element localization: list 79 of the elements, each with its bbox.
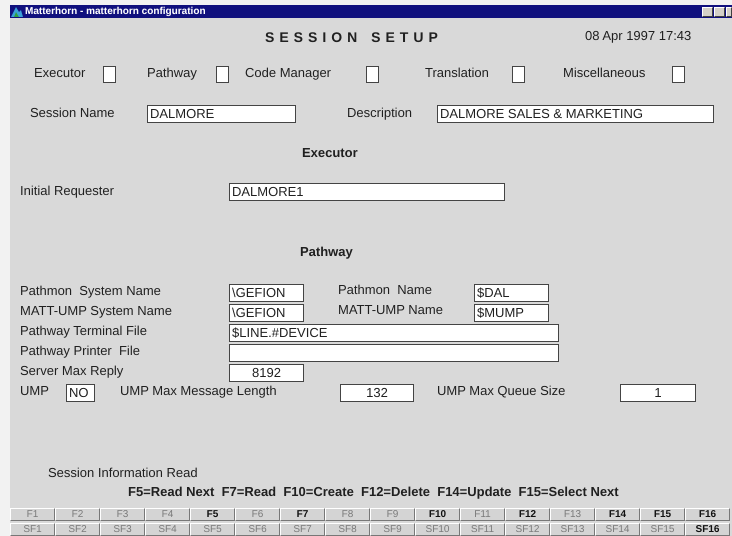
function-key[interactable]: SF15 <box>640 523 685 536</box>
function-key[interactable]: SF13 <box>550 523 595 536</box>
field-label: Server Max Reply <box>20 363 124 379</box>
field-label: MATT-UMP Name <box>338 302 444 318</box>
function-key[interactable]: SF1 <box>10 523 55 536</box>
field-label: UMP Max Message Length <box>120 383 278 399</box>
field-label: UMP <box>20 383 50 399</box>
function-key[interactable]: F12 <box>505 508 550 521</box>
function-key[interactable]: SF16 <box>685 523 730 536</box>
input-field[interactable]: 132 <box>340 384 414 402</box>
input-field[interactable]: DALMORE SALES & MARKETING <box>437 105 714 123</box>
input-field[interactable]: $DAL <box>474 284 549 302</box>
checkbox-label: Translation <box>425 65 490 81</box>
function-key[interactable]: F3 <box>100 508 145 521</box>
function-key[interactable]: SF14 <box>595 523 640 536</box>
input-field[interactable]: DALMORE1 <box>229 183 505 201</box>
checkbox[interactable] <box>103 66 116 83</box>
input-field[interactable]: $MUMP <box>474 304 549 322</box>
function-key[interactable]: F16 <box>685 508 730 521</box>
checkbox[interactable] <box>366 66 379 83</box>
function-key[interactable]: F15 <box>640 508 685 521</box>
field-label: Description <box>347 105 414 121</box>
function-key[interactable]: F4 <box>145 508 190 521</box>
function-key[interactable]: F5 <box>190 508 235 521</box>
section-heading: Executor <box>302 145 359 161</box>
function-key[interactable]: F11 <box>460 508 505 521</box>
checkbox[interactable] <box>672 66 685 83</box>
field-label: Pathmon System Name <box>20 283 162 299</box>
function-key[interactable]: SF12 <box>505 523 550 536</box>
input-field[interactable]: \GEFION <box>229 304 304 322</box>
input-field[interactable] <box>229 344 559 362</box>
checkbox-label: Executor <box>34 65 86 81</box>
function-key[interactable]: SF2 <box>55 523 100 536</box>
input-field[interactable]: 1 <box>620 384 696 402</box>
input-field[interactable]: $LINE.#DEVICE <box>229 324 559 342</box>
field-label: Pathway Printer File <box>20 343 141 359</box>
page-title: SESSION SETUP <box>265 29 440 45</box>
date-time: 08 Apr 1997 17:43 <box>585 28 692 44</box>
field-label: Pathmon Name <box>338 282 433 298</box>
section-heading: Pathway <box>300 244 354 260</box>
checkbox-label: Code Manager <box>245 65 332 81</box>
input-field[interactable]: \GEFION <box>229 284 304 302</box>
status-message: Session Information Read <box>48 465 199 481</box>
function-key[interactable]: SF6 <box>235 523 280 536</box>
function-key[interactable]: SF3 <box>100 523 145 536</box>
close-button[interactable] <box>726 6 732 16</box>
function-key[interactable]: F6 <box>235 508 280 521</box>
function-key[interactable]: SF7 <box>280 523 325 536</box>
function-key[interactable]: F1 <box>10 508 55 521</box>
function-key[interactable]: SF9 <box>370 523 415 536</box>
field-label: UMP Max Queue Size <box>437 383 566 399</box>
function-key[interactable]: SF8 <box>325 523 370 536</box>
function-key[interactable]: SF11 <box>460 523 505 536</box>
input-field[interactable]: 8192 <box>229 364 304 382</box>
checkbox[interactable] <box>216 66 229 83</box>
function-key[interactable]: F2 <box>55 508 100 521</box>
function-key[interactable]: SF10 <box>415 523 460 536</box>
minimize-button[interactable] <box>702 6 713 16</box>
function-key[interactable]: F14 <box>595 508 640 521</box>
field-label: MATT-UMP System Name <box>20 303 173 319</box>
checkbox-label: Pathway <box>147 65 198 81</box>
key-help-text: F5=Read Next F7=Read F10=Create F12=Delete F14=Update F15=Select Next <box>128 484 620 500</box>
function-key[interactable]: SF5 <box>190 523 235 536</box>
maximize-button[interactable] <box>714 6 725 16</box>
function-key[interactable]: F9 <box>370 508 415 521</box>
function-key[interactable]: SF4 <box>145 523 190 536</box>
field-label: Pathway Terminal File <box>20 323 148 339</box>
function-key[interactable]: F7 <box>280 508 325 521</box>
window-title: Matterhorn - matterhorn configuration <box>25 5 207 18</box>
mountain-icon <box>11 6 23 17</box>
checkbox[interactable] <box>512 66 525 83</box>
field-label: Session Name <box>30 105 116 121</box>
field-label: Initial Requester <box>20 183 115 199</box>
input-field[interactable]: NO <box>66 384 95 402</box>
function-key[interactable]: F13 <box>550 508 595 521</box>
function-key[interactable]: F10 <box>415 508 460 521</box>
function-key[interactable]: F8 <box>325 508 370 521</box>
input-field[interactable]: DALMORE <box>147 105 296 123</box>
checkbox-label: Miscellaneous <box>563 65 646 81</box>
